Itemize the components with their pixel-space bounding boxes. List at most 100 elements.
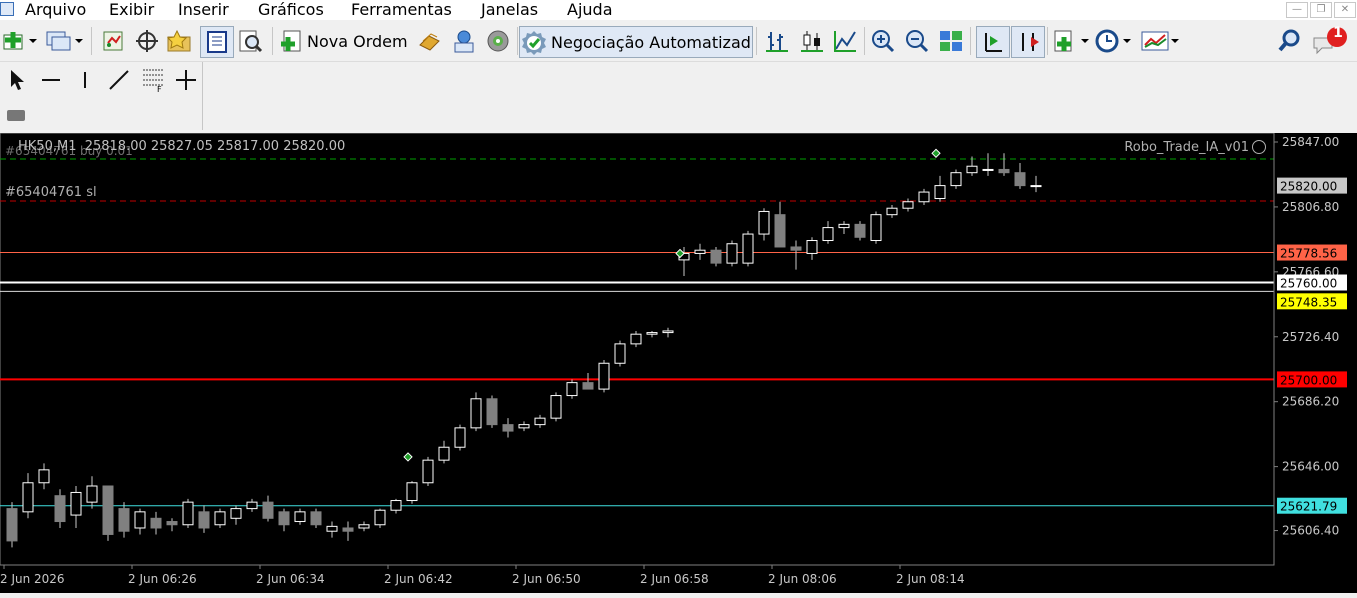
- price-chart[interactable]: 25847.00 25806.80 25766.60 25726.40 25686.20…: [0, 133, 1357, 593]
- candle-body: [630, 333, 642, 345]
- tile-windows-button[interactable]: [936, 26, 966, 56]
- profiles-icon: [46, 31, 83, 51]
- menu-exibir[interactable]: Exibir: [109, 0, 154, 20]
- tile-windows-icon: [940, 31, 962, 51]
- zoom-in-button[interactable]: [868, 26, 898, 56]
- app-icon[interactable]: [0, 2, 14, 16]
- trend-line-icon: [109, 70, 129, 90]
- time-tick-label: 2 Jun 06:50: [512, 572, 581, 586]
- plot-frame: [0, 133, 1275, 566]
- crosshair-tool[interactable]: [173, 65, 199, 95]
- cursor-tool[interactable]: [3, 65, 29, 95]
- candle-body: [998, 168, 1010, 174]
- candle-body: [838, 223, 850, 229]
- trade-arrow-marker: [931, 148, 941, 159]
- menu-inserir[interactable]: Inserir: [178, 0, 229, 20]
- vertical-line-icon: [84, 72, 86, 88]
- menu-janelas[interactable]: Janelas: [481, 0, 538, 20]
- horizontal-line-tool[interactable]: [38, 65, 64, 95]
- candle-body: [646, 332, 658, 335]
- favorites-button[interactable]: [164, 26, 196, 56]
- shapes-tool[interactable]: [3, 100, 29, 130]
- close-button[interactable]: ✕: [1334, 2, 1356, 18]
- gold-bars-icon: [419, 33, 440, 51]
- market-watch-button[interactable]: [98, 26, 128, 56]
- minimize-button[interactable]: —: [1286, 2, 1308, 18]
- chart-shift-button[interactable]: [1011, 26, 1045, 58]
- time-tick-label: 2 Jun 06:26: [128, 572, 197, 586]
- restore-button[interactable]: ❐: [1310, 2, 1332, 18]
- candle-body: [326, 525, 338, 532]
- zoom-out-button[interactable]: [902, 26, 932, 56]
- price-tag-label: 25621.79: [1280, 500, 1337, 514]
- svg-text:F: F: [157, 85, 162, 93]
- candle-body: [790, 246, 802, 251]
- candle-body: [86, 485, 98, 503]
- candle-body: [710, 249, 722, 264]
- price-tick-label: 25806.80: [1282, 200, 1339, 214]
- algo-trading-icon: [522, 31, 546, 55]
- time-tick-label: 2 Jun 08:06: [768, 572, 837, 586]
- menu-graficos[interactable]: Gráficos: [258, 0, 324, 20]
- algo-trading-button[interactable]: Negociação Automatizad: [519, 26, 753, 58]
- candle-body: [758, 210, 770, 235]
- candle-body: [134, 511, 146, 529]
- fibonacci-tool[interactable]: F: [140, 65, 168, 95]
- horizontal-line-icon: [42, 79, 60, 81]
- profiles-button[interactable]: [44, 26, 84, 56]
- bar-chart-button[interactable]: [762, 26, 792, 56]
- menu-arquivo[interactable]: Arquivo: [25, 0, 86, 20]
- candle-body: [582, 382, 594, 390]
- auto-scroll-icon: [985, 33, 1002, 52]
- data-window-button[interactable]: [200, 26, 234, 58]
- candle-body: [614, 343, 626, 364]
- candle-body: [150, 517, 162, 529]
- drawing-toolbar: F: [0, 62, 205, 132]
- candle-body: [118, 508, 130, 532]
- candle-body: [390, 500, 402, 511]
- menu-ferramentas[interactable]: Ferramentas: [351, 0, 452, 20]
- candle-body: [262, 501, 274, 519]
- vertical-line-tool[interactable]: [72, 65, 98, 95]
- menu-ajuda[interactable]: Ajuda: [567, 0, 613, 20]
- candlestick-chart-button[interactable]: [796, 26, 828, 56]
- candle-body: [198, 511, 210, 529]
- candle-body: [214, 511, 226, 526]
- candle-body: [742, 233, 754, 264]
- search-button[interactable]: [1276, 26, 1304, 56]
- strategy-tester-button[interactable]: [235, 26, 267, 56]
- candle-body: [470, 398, 482, 429]
- ea-smiley-icon[interactable]: [1252, 140, 1266, 154]
- notifications-button[interactable]: 1: [1310, 25, 1350, 56]
- candle-body: [886, 207, 898, 216]
- candle-body: [246, 501, 258, 510]
- candle-body: [870, 214, 882, 242]
- candle-body: [598, 362, 610, 390]
- candle-body: [502, 424, 514, 432]
- chart-symbol-info: HK50,M1 25818.00 25827.05 25817.00 25820…: [18, 139, 346, 154]
- candle-body: [950, 172, 962, 187]
- price-tag-label: 25760.00: [1280, 277, 1337, 291]
- trend-line-tool[interactable]: [106, 65, 132, 95]
- periodicity-button[interactable]: [1094, 26, 1134, 56]
- auto-scroll-button[interactable]: [976, 26, 1010, 58]
- candle-body: [102, 485, 114, 535]
- templates-button[interactable]: [1140, 26, 1180, 56]
- depth-of-market-button[interactable]: [415, 26, 445, 56]
- candle-body: [406, 482, 418, 502]
- line-chart-button[interactable]: [830, 26, 860, 56]
- indicators-button[interactable]: [1052, 26, 1090, 56]
- new-chart-button[interactable]: [2, 26, 38, 56]
- zoom-out-icon: [906, 30, 929, 53]
- candle-body: [726, 243, 738, 264]
- candle-body: [550, 395, 562, 419]
- signals-button[interactable]: [449, 26, 479, 56]
- new-order-label: Nova Ordem: [307, 31, 408, 51]
- chart-canvas[interactable]: 25847.0025806.8025766.6025726.4025686.20…: [0, 133, 1357, 593]
- data-window-icon: [207, 31, 227, 53]
- community-button[interactable]: [482, 26, 514, 56]
- candle-body: [822, 227, 834, 242]
- navigator-button[interactable]: [132, 26, 162, 56]
- favorites-folder-icon: [166, 29, 191, 52]
- new-order-button[interactable]: Nova Ordem: [278, 26, 412, 56]
